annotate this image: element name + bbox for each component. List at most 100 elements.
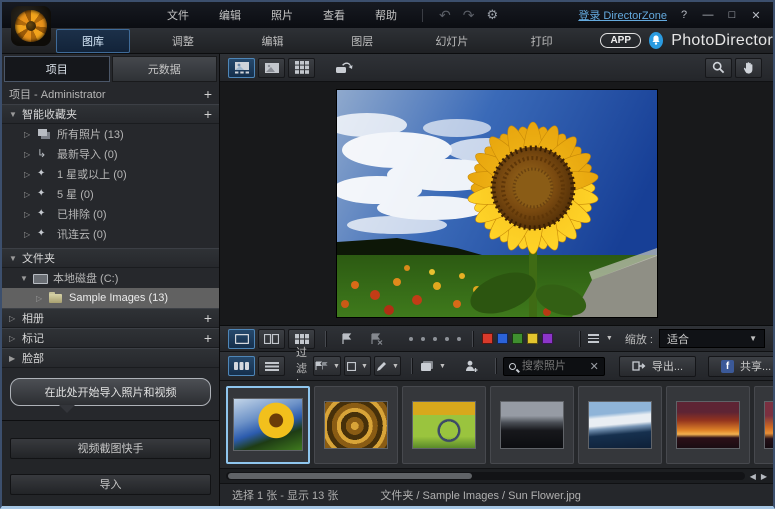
tree-item-latest-import[interactable]: ▷ ↳ 最新导入 (0): [2, 144, 219, 164]
tree-item-local-disk[interactable]: ▼ 本地磁盘 (C:): [2, 268, 219, 288]
login-directorzone-link[interactable]: 登录 DirectorZone: [578, 7, 667, 23]
zoom-tool-button[interactable]: [705, 58, 732, 78]
thumbnail-image[interactable]: [676, 401, 740, 449]
import-button[interactable]: 导入: [10, 474, 211, 495]
close-button[interactable]: ✕: [749, 9, 763, 22]
thumbnail-image[interactable]: [588, 401, 652, 449]
thumbnail-image[interactable]: [324, 401, 388, 449]
flag-pick-button[interactable]: [333, 329, 360, 349]
compare-view-button[interactable]: [258, 329, 285, 349]
add-project-button[interactable]: +: [204, 89, 212, 99]
single-view-button[interactable]: [228, 329, 255, 349]
color-label-green[interactable]: [512, 333, 523, 344]
maximize-button[interactable]: □: [725, 9, 739, 21]
list-view-button[interactable]: [258, 356, 285, 376]
scrollbar-thumb[interactable]: [228, 473, 472, 479]
chevron-down-icon[interactable]: ▼: [20, 274, 33, 283]
secondary-display-button[interactable]: [330, 58, 357, 78]
browser-view-button[interactable]: [228, 58, 255, 78]
chevron-down-icon[interactable]: ▼: [9, 254, 22, 263]
faces-section[interactable]: ▶ 脸部: [2, 348, 219, 368]
folders-section[interactable]: ▼ 文件夹: [2, 248, 219, 268]
color-label-yellow[interactable]: [527, 333, 538, 344]
star-rating-dots[interactable]: [405, 337, 465, 341]
tree-item-five-star[interactable]: ▷ ✦ 5 星 (0): [2, 184, 219, 204]
flag-reject-button[interactable]: [363, 329, 390, 349]
menu-help[interactable]: 帮助: [360, 7, 412, 23]
scrollbar-track[interactable]: [226, 472, 745, 480]
stack-photos-dropdown[interactable]: ▼: [419, 356, 447, 376]
expand-icon[interactable]: ▷: [24, 190, 37, 199]
scroll-right-icon[interactable]: ▶: [761, 472, 767, 481]
expand-icon[interactable]: ▷: [24, 210, 37, 219]
expand-icon[interactable]: ▷: [24, 170, 37, 179]
undo-icon[interactable]: ↶: [433, 7, 457, 24]
app-badge[interactable]: APP: [600, 33, 641, 48]
filter-edited-dropdown[interactable]: ▼: [374, 356, 401, 376]
scroll-left-icon[interactable]: ◀: [750, 472, 756, 481]
tab-project[interactable]: 项目: [4, 56, 110, 82]
notification-bell-icon[interactable]: [649, 32, 663, 49]
photo-sun-flower[interactable]: [337, 90, 657, 317]
filmstrip-scrollbar[interactable]: ◀ ▶: [220, 469, 773, 484]
tab-adjust[interactable]: 调整: [146, 29, 220, 53]
settings-gear-icon[interactable]: ⚙: [480, 7, 504, 23]
help-button[interactable]: ?: [677, 9, 691, 21]
tree-item-all-photos[interactable]: ▷ 所有照片 (13): [2, 124, 219, 144]
grid-view-button[interactable]: [288, 58, 315, 78]
clear-search-icon[interactable]: ✕: [590, 360, 599, 373]
thumbnail-image[interactable]: [500, 401, 564, 449]
expand-icon[interactable]: ▷: [36, 294, 49, 303]
tab-metadata[interactable]: 元数据: [112, 56, 218, 82]
color-label-blue[interactable]: [497, 333, 508, 344]
search-input[interactable]: [520, 359, 586, 373]
tree-item-one-star[interactable]: ▷ ✦ 1 星或以上 (0): [2, 164, 219, 184]
expand-icon[interactable]: ▷: [24, 130, 37, 139]
thumbnail-image[interactable]: [764, 401, 773, 449]
tree-item-sample-images[interactable]: ▷ Sample Images (13): [2, 288, 219, 308]
zoom-fit-dropdown[interactable]: 适合 ▼: [659, 329, 765, 348]
add-smart-collection-button[interactable]: +: [204, 109, 212, 119]
menu-edit[interactable]: 编辑: [204, 7, 256, 23]
color-label-red[interactable]: [482, 333, 493, 344]
thumbnail-bicycle-field[interactable]: [402, 386, 486, 464]
search-box[interactable]: ✕: [503, 357, 605, 376]
thumbnail-image[interactable]: [233, 398, 303, 451]
color-label-purple[interactable]: [542, 333, 553, 344]
tree-item-cyberlink-cloud[interactable]: ▷ ✦ 讯连云 (0): [2, 224, 219, 244]
tab-slideshow[interactable]: 幻灯片: [415, 29, 489, 53]
tab-layers[interactable]: 图层: [325, 29, 399, 53]
expand-icon[interactable]: ▷: [9, 334, 22, 343]
sort-menu-button[interactable]: ▼: [587, 329, 614, 349]
expand-icon[interactable]: ▷: [24, 150, 37, 159]
thumbnail-sunset-edge[interactable]: [754, 386, 773, 464]
photo-viewer[interactable]: [220, 82, 773, 326]
thumbnail-view-button[interactable]: [228, 356, 255, 376]
collapsed-icon[interactable]: ▶: [9, 354, 22, 363]
menu-view[interactable]: 查看: [308, 7, 360, 23]
thumbnail-dark-harbor[interactable]: [490, 386, 574, 464]
thumbnail-spiral-staircase[interactable]: [314, 386, 398, 464]
tab-edit[interactable]: 编辑: [236, 29, 310, 53]
filter-flags-dropdown[interactable]: ▼: [313, 356, 341, 376]
add-album-button[interactable]: +: [204, 313, 212, 323]
video-snapshot-button[interactable]: 视频截图快手: [10, 438, 211, 459]
share-button[interactable]: f 共享...: [708, 356, 775, 377]
tag-face-button[interactable]: [458, 356, 485, 376]
tags-section[interactable]: ▷ 标记 +: [2, 328, 219, 348]
redo-icon[interactable]: ↷: [457, 7, 481, 24]
smart-collection-section[interactable]: ▼ 智能收藏夹 +: [2, 104, 219, 124]
tab-print[interactable]: 打印: [505, 29, 579, 53]
menu-file[interactable]: 文件: [152, 7, 204, 23]
tab-library[interactable]: 图库: [56, 29, 130, 53]
viewer-only-button[interactable]: [258, 58, 285, 78]
thumbnail-sunset-storm[interactable]: [666, 386, 750, 464]
menu-photo[interactable]: 照片: [256, 7, 308, 23]
pan-hand-button[interactable]: [735, 58, 762, 78]
albums-section[interactable]: ▷ 相册 +: [2, 308, 219, 328]
expand-icon[interactable]: ▷: [24, 230, 37, 239]
add-tag-button[interactable]: +: [204, 333, 212, 343]
thumbnail-image[interactable]: [412, 401, 476, 449]
filter-label-dropdown[interactable]: ▼: [344, 356, 371, 376]
tree-item-rejected[interactable]: ▷ ✦ 已排除 (0): [2, 204, 219, 224]
